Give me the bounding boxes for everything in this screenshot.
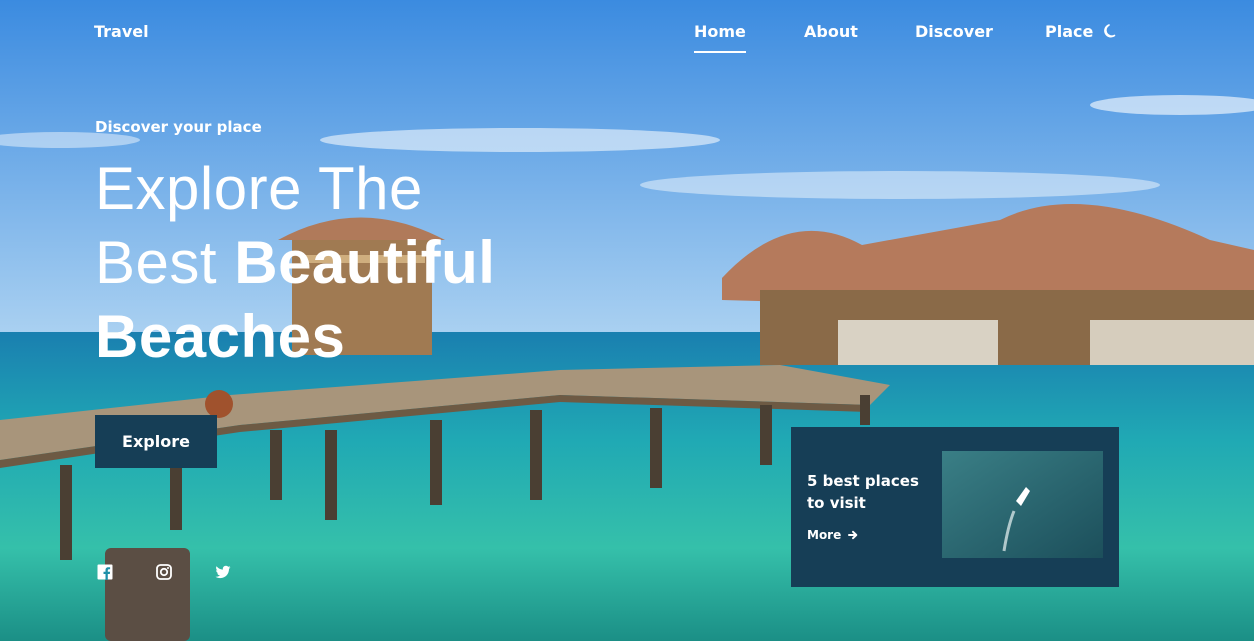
nav-link-about[interactable]: About [804,22,858,41]
facebook-icon[interactable] [97,564,113,580]
top-navigation: Travel Home About Discover Place [0,0,1254,64]
hero-eyebrow: Discover your place [95,118,262,136]
explore-button[interactable]: Explore [95,415,217,468]
instagram-icon[interactable] [156,564,172,580]
headline-line-3-bold: Beaches [95,303,346,370]
nav-link-discover[interactable]: Discover [915,22,993,41]
arrow-right-icon [848,530,858,540]
card-image [942,451,1103,558]
hero-section: Travel Home About Discover Place Discove… [0,0,1254,641]
headline-line-2-bold: Beautiful [234,229,496,296]
moon-icon[interactable] [1103,23,1119,39]
nav-link-home[interactable]: Home [694,22,746,53]
headline-line-2-regular: Best [95,229,235,296]
twitter-icon[interactable] [215,564,231,580]
nav-link-place[interactable]: Place [1045,22,1093,41]
card-more-link[interactable]: More [807,528,858,542]
headline-line-1: Explore The [95,155,423,222]
hero-headline: Explore The Best Beautiful Beaches [95,152,495,374]
featured-card: 5 best places to visit More [791,427,1119,587]
card-title: 5 best places to visit [807,472,919,512]
card-more-label: More [807,528,842,542]
logo-link[interactable]: Travel [94,22,149,41]
